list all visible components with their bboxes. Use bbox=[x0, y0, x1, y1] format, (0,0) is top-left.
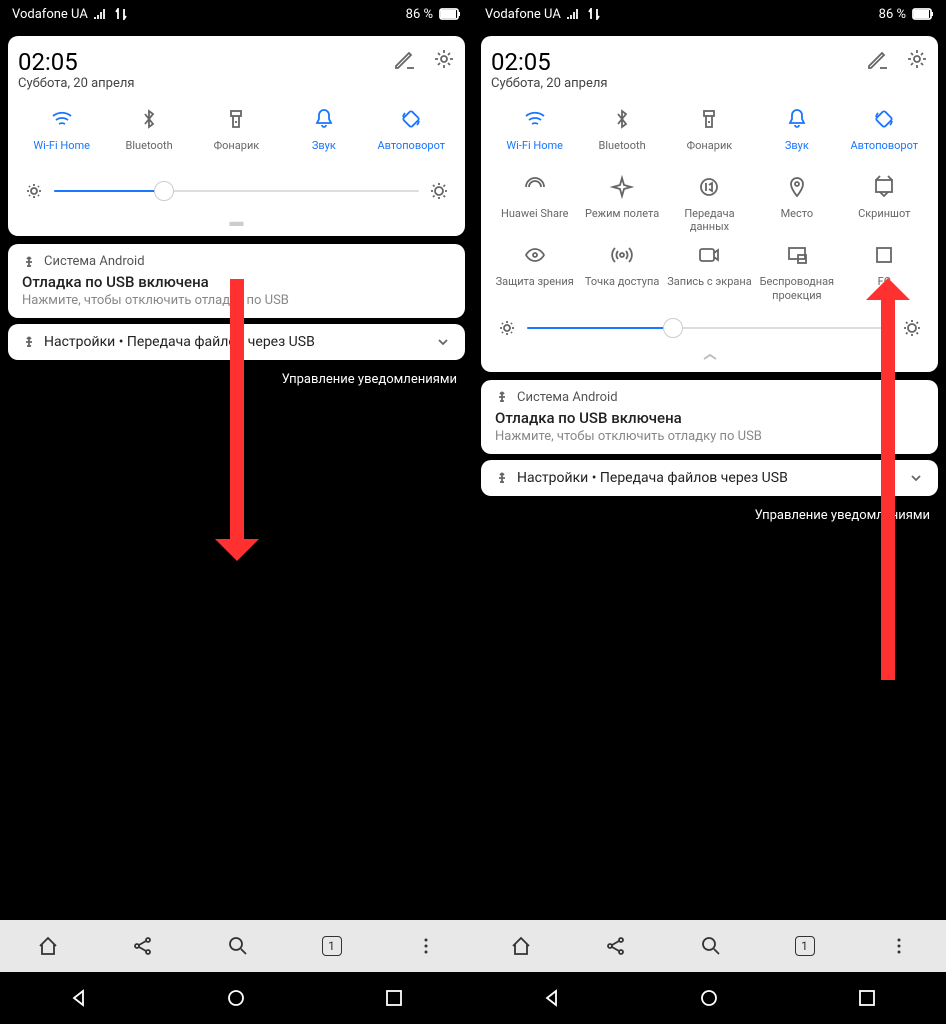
carrier-label: Vodafone UA bbox=[12, 7, 88, 22]
usb-icon bbox=[495, 471, 509, 485]
toggle-autorotate[interactable]: Автоповорот bbox=[368, 105, 454, 165]
huawei-logo-icon bbox=[40, 457, 90, 507]
toggle-flashlight[interactable]: Фонарик bbox=[193, 105, 279, 165]
tabs-button[interactable]: 1 bbox=[795, 936, 815, 956]
battery-percent: 86 % bbox=[879, 7, 906, 22]
battery-icon bbox=[439, 8, 461, 20]
brightness-slider[interactable] bbox=[491, 310, 928, 346]
quick-settings-panel: 02:05 Суббота, 20 апреля Wi-Fi Home Blue… bbox=[8, 36, 465, 236]
toggle-screenshot[interactable]: Скриншот bbox=[841, 173, 927, 233]
brightness-slider[interactable] bbox=[18, 173, 455, 209]
annotation-arrow-down bbox=[230, 279, 244, 539]
battery-icon bbox=[912, 8, 934, 20]
home-icon[interactable] bbox=[37, 935, 59, 957]
menu-icon[interactable] bbox=[415, 935, 437, 957]
usb-icon bbox=[495, 390, 509, 404]
panel-date: Суббота, 20 апреля bbox=[18, 76, 135, 91]
toggle-row-1: Wi-Fi Home Bluetooth Фонарик Звук Автопо… bbox=[491, 105, 928, 165]
chevron-down-icon bbox=[435, 334, 451, 350]
toggle-location[interactable]: Место bbox=[754, 173, 840, 233]
browser-toolbar: 1 bbox=[0, 920, 473, 972]
toggle-sound[interactable]: Звук bbox=[754, 105, 840, 165]
gear-icon[interactable] bbox=[433, 48, 455, 70]
notification-usb-transfer[interactable]: Настройки • Передача файлов через USB bbox=[481, 460, 938, 496]
toggle-wireless-projection[interactable]: Беспроводная проекция bbox=[754, 241, 840, 301]
nav-bar bbox=[473, 972, 946, 1024]
phone-right: Vodafone UA 86 % 02:05 Суббота, 20 апрел… bbox=[473, 0, 946, 1024]
carrier-label: Vodafone UA bbox=[485, 7, 561, 22]
toggle-row-2: Huawei Share Режим полета Передача данны… bbox=[491, 173, 928, 233]
tabs-button[interactable]: 1 bbox=[322, 936, 342, 956]
share-icon[interactable] bbox=[605, 935, 627, 957]
toggle-airplane[interactable]: Режим полета bbox=[579, 173, 665, 233]
toggle-mobile-data[interactable]: Передача данных bbox=[666, 173, 752, 233]
drag-handle[interactable]: ▬ bbox=[18, 209, 455, 230]
toggle-huawei-share[interactable]: Huawei Share bbox=[492, 173, 578, 233]
brightness-low-icon bbox=[497, 318, 517, 338]
nav-back-icon[interactable] bbox=[542, 988, 562, 1008]
share-icon[interactable] bbox=[132, 935, 154, 957]
toggle-screen-record[interactable]: Запись с экрана bbox=[666, 241, 752, 301]
toggle-row-1: Wi-Fi Home Bluetooth Фонарик Звук Автопо… bbox=[18, 105, 455, 165]
browser-toolbar: 1 bbox=[473, 920, 946, 972]
notification-usb-debug[interactable]: Система Android Отладка по USB включена … bbox=[481, 380, 938, 454]
search-icon[interactable] bbox=[227, 935, 249, 957]
nav-home-icon[interactable] bbox=[226, 988, 246, 1008]
nav-recent-icon[interactable] bbox=[384, 988, 404, 1008]
signal-icon bbox=[94, 8, 108, 20]
toggle-wifi[interactable]: Wi-Fi Home bbox=[19, 105, 105, 165]
read-more-link[interactable]: Читать полностью bbox=[473, 705, 946, 724]
battery-percent: 86 % bbox=[406, 7, 433, 22]
brightness-auto-icon bbox=[429, 181, 449, 201]
toggle-hotspot[interactable]: Точка доступа bbox=[579, 241, 665, 301]
brightness-auto-icon bbox=[902, 318, 922, 338]
data-icon bbox=[114, 8, 128, 20]
status-bar: Vodafone UA 86 % bbox=[0, 0, 473, 28]
drag-handle[interactable] bbox=[491, 346, 928, 366]
toggle-bluetooth[interactable]: Bluetooth bbox=[579, 105, 665, 165]
article-paragraph: Так, поставив свою мелодию на контакт, в… bbox=[473, 633, 946, 705]
toggle-sound[interactable]: Звук bbox=[281, 105, 367, 165]
home-icon[interactable] bbox=[510, 935, 532, 957]
usb-icon bbox=[22, 255, 36, 269]
phone-left: Vodafone UA 86 % 02:05 Суббота, 20 апрел… bbox=[0, 0, 473, 1024]
status-bar: Vodafone UA 86 % bbox=[473, 0, 946, 28]
nav-bar bbox=[0, 972, 473, 1024]
nav-home-icon[interactable] bbox=[699, 988, 719, 1008]
gear-icon[interactable] bbox=[906, 48, 928, 70]
search-icon[interactable] bbox=[700, 935, 722, 957]
annotation-arrow-up bbox=[881, 300, 895, 680]
usb-icon bbox=[22, 335, 36, 349]
panel-time: 02:05 bbox=[18, 48, 135, 76]
nav-recent-icon[interactable] bbox=[857, 988, 877, 1008]
toggle-wifi[interactable]: Wi-Fi Home bbox=[492, 105, 578, 165]
panel-time: 02:05 bbox=[491, 48, 608, 76]
toggle-autorotate[interactable]: Автоповорот bbox=[841, 105, 927, 165]
brightness-low-icon bbox=[24, 181, 44, 201]
menu-icon[interactable] bbox=[888, 935, 910, 957]
toggle-bluetooth[interactable]: Bluetooth bbox=[106, 105, 192, 165]
article-heading: Как установить мелодию на звонок на Huaw… bbox=[0, 710, 473, 782]
signal-icon bbox=[567, 8, 581, 20]
edit-icon[interactable] bbox=[393, 48, 415, 70]
read-more-link[interactable]: Читать полностью bbox=[0, 651, 473, 670]
data-icon bbox=[587, 8, 601, 20]
toggle-eye-comfort[interactable]: Защита зрения bbox=[492, 241, 578, 301]
nav-back-icon[interactable] bbox=[69, 988, 89, 1008]
edit-icon[interactable] bbox=[866, 48, 888, 70]
quick-settings-panel-expanded: 02:05 Суббота, 20 апреля Wi-Fi Home Blue… bbox=[481, 36, 938, 372]
manage-notifications-link[interactable]: Управление уведомлениями bbox=[473, 502, 946, 529]
article-heading: Как установить мелодию на звонок на Huaw… bbox=[473, 764, 946, 836]
chevron-down-icon bbox=[908, 470, 924, 486]
panel-date: Суббота, 20 апреля bbox=[491, 76, 608, 91]
toggle-row-3: Защита зрения Точка доступа Запись с экр… bbox=[491, 241, 928, 301]
toggle-flashlight[interactable]: Фонарик bbox=[666, 105, 752, 165]
